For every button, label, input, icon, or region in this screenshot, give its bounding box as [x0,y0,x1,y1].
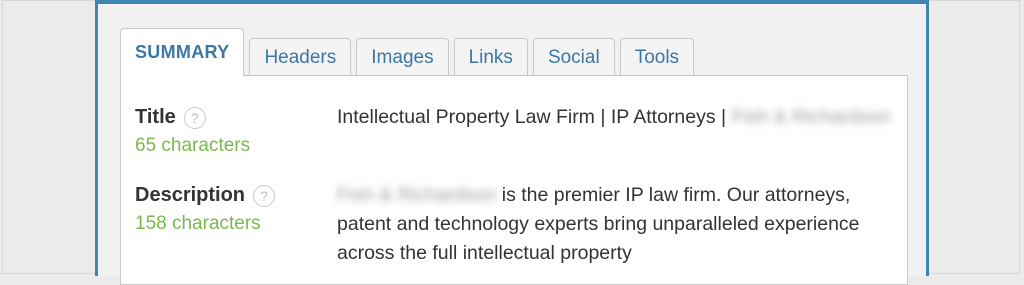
title-label-group: Title ? [135,106,250,129]
tab-social[interactable]: Social [532,38,615,76]
help-icon[interactable]: ? [183,106,206,129]
tab-summary[interactable]: SUMMARY [120,28,245,76]
description-value: Fish & Richardson is the premier IP law … [337,181,897,268]
seo-extension-panel: SUMMARY Headers Images Links Social Tool… [95,0,929,285]
title-value-text: Intellectual Property Law Firm | IP Atto… [337,106,727,128]
title-redacted-text: Fish & Richardson [731,106,891,128]
tab-bar: SUMMARY Headers Images Links Social Tool… [120,28,699,76]
title-character-count: 65 characters [135,135,251,156]
title-row: Title ? 65 characters [135,106,250,157]
summary-content: Title ? 65 characters Intellectual Prope… [120,75,908,285]
help-icon[interactable]: ? [253,184,276,207]
tab-links[interactable]: Links [453,38,528,76]
description-label-group: Description ? [135,184,276,207]
description-redacted-text: Fish & Richardson [337,184,497,206]
tab-images[interactable]: Images [356,38,449,76]
title-value: Intellectual Property Law Firm | IP Atto… [337,103,897,132]
description-row: Description ? 158 characters [135,184,276,235]
tab-tools[interactable]: Tools [619,38,695,76]
description-character-count: 158 characters [135,213,261,234]
description-label: Description [135,184,246,206]
tab-headers[interactable]: Headers [249,38,352,76]
title-label: Title [135,106,176,128]
